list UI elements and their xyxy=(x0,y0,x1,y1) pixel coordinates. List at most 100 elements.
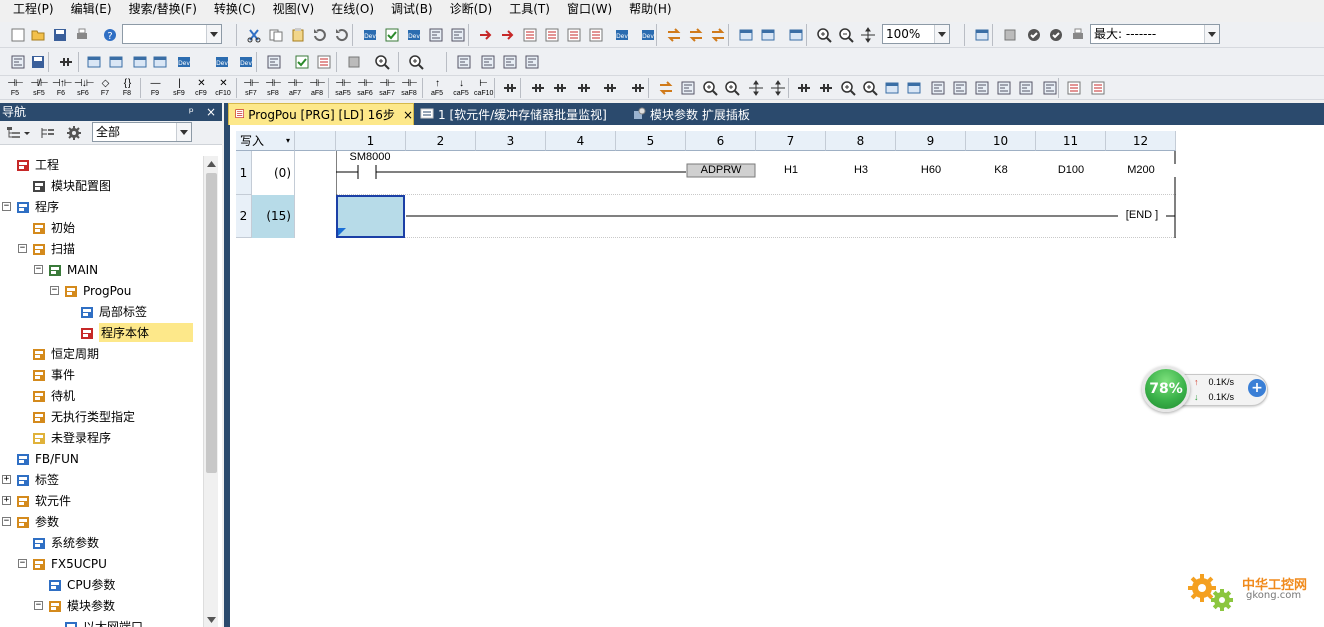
toolbar-icon[interactable] xyxy=(678,78,698,98)
mode-cell[interactable]: 写入 ▾ xyxy=(236,131,295,151)
close-icon[interactable]: × xyxy=(206,103,216,121)
tree-item[interactable]: 未登录程序 xyxy=(18,427,111,448)
toolbar-icon[interactable] xyxy=(1040,78,1060,98)
toolbar-icon[interactable]: Dev xyxy=(638,25,658,45)
tree-item[interactable]: 模块配置图 xyxy=(18,175,111,196)
menu-item[interactable]: 调试(B) xyxy=(382,0,441,18)
tree-item[interactable]: 无执行类型指定 xyxy=(18,406,135,427)
toolbar-icon[interactable] xyxy=(794,78,814,98)
toolbar-icon[interactable] xyxy=(736,25,756,45)
toolbar-icon[interactable] xyxy=(244,25,264,45)
toolbar-icon[interactable] xyxy=(264,52,284,72)
chevron-down-icon[interactable]: ▾ xyxy=(286,131,290,151)
ladder-symbol-button[interactable]: ↑ aF5 xyxy=(428,78,446,98)
gear-icon[interactable] xyxy=(64,123,84,143)
collapse-icon[interactable]: − xyxy=(50,286,59,295)
toolbar-icon[interactable] xyxy=(454,52,474,72)
toolbar-icon[interactable] xyxy=(8,25,28,45)
ladder-symbol-button[interactable]: ⊣⊢ saF8 xyxy=(400,78,418,98)
pin-icon[interactable]: ᵖ xyxy=(189,103,194,121)
tree-item[interactable]: − 程序 xyxy=(2,196,59,217)
toolbar-icon[interactable] xyxy=(994,78,1014,98)
ladder-symbol-button[interactable]: ⊣⊢ aF8 xyxy=(308,78,326,98)
ladder-symbol-button[interactable]: ⊣⊢ saF6 xyxy=(356,78,374,98)
toolbar-icon[interactable] xyxy=(28,52,48,72)
toolbar-icon[interactable] xyxy=(786,25,806,45)
ladder-symbol-button[interactable]: ⊣⊢ saF5 xyxy=(334,78,352,98)
chevron-down-icon[interactable] xyxy=(1204,25,1219,43)
toolbar-icon[interactable] xyxy=(550,78,570,98)
menu-item[interactable]: 转换(C) xyxy=(205,0,264,18)
toolbar-icon[interactable] xyxy=(72,25,92,45)
tree-item[interactable]: − 模块参数 xyxy=(34,595,115,616)
toolbar-icon[interactable] xyxy=(1046,25,1066,45)
toolbar-icon[interactable] xyxy=(700,78,720,98)
ladder-symbol-button[interactable]: ⊣⊢ F5 xyxy=(6,78,24,98)
menu-item[interactable]: 视图(V) xyxy=(264,0,323,18)
toolbar-icon[interactable] xyxy=(314,52,334,72)
toolbar-icon[interactable] xyxy=(372,52,392,72)
rung-2[interactable]: [END ] xyxy=(336,195,1176,238)
toolbar-icon[interactable] xyxy=(528,78,548,98)
menu-item[interactable]: 工程(P) xyxy=(4,0,62,18)
rung-1[interactable]: SM8000 ADPRW H1 H3 H60 K8 D100 M200 xyxy=(336,151,1176,195)
toolbar-icon[interactable] xyxy=(816,78,836,98)
toolbar-icon[interactable] xyxy=(56,52,76,72)
menu-item[interactable]: 在线(O) xyxy=(322,0,382,18)
ladder-symbol-button[interactable]: ⊣/⊢ sF5 xyxy=(30,78,48,98)
collapse-icon[interactable]: − xyxy=(2,517,11,526)
tree-item[interactable]: CPU参数 xyxy=(34,574,115,595)
network-monitor-widget[interactable]: 78% ↑ 0.1K/s ↓ 0.1K/s + xyxy=(1142,366,1270,412)
tree-item[interactable]: + 标签 xyxy=(2,469,59,490)
tree-item[interactable]: − 扫描 xyxy=(18,238,75,259)
tree-item[interactable]: FB/FUN xyxy=(2,448,79,469)
toolbar-icon[interactable] xyxy=(500,52,520,72)
plus-icon[interactable]: + xyxy=(1248,379,1266,397)
collapse-icon[interactable]: − xyxy=(18,244,27,253)
toolbar-icon[interactable] xyxy=(656,78,676,98)
scroll-down-icon[interactable] xyxy=(204,612,219,627)
toolbar-icon[interactable] xyxy=(50,25,70,45)
toolbar-icon[interactable] xyxy=(476,25,496,45)
toolbar-icon[interactable] xyxy=(332,25,352,45)
menu-item[interactable]: 窗口(W) xyxy=(558,0,620,18)
toolbar-icon[interactable] xyxy=(882,78,902,98)
tree-item[interactable]: 局部标签 xyxy=(66,301,147,322)
toolbar-icon[interactable] xyxy=(768,78,788,98)
toolbar-icon[interactable] xyxy=(972,78,992,98)
tree-item[interactable]: 恒定周期 xyxy=(18,343,99,364)
menu-item[interactable]: 工具(T) xyxy=(500,0,558,18)
toolbar-icon[interactable] xyxy=(746,78,766,98)
menu-item[interactable]: 搜索/替换(F) xyxy=(120,0,205,18)
toolbar-icon[interactable] xyxy=(500,78,520,98)
tree-item[interactable]: 以太网端口 xyxy=(50,616,143,627)
expand-icon[interactable]: + xyxy=(2,496,11,505)
toolbar-icon[interactable] xyxy=(1024,25,1044,45)
zoom-combo[interactable]: 100% xyxy=(882,24,950,44)
memory-usage-indicator[interactable]: 78% xyxy=(1142,366,1190,412)
menu-item[interactable]: 编辑(E) xyxy=(62,0,120,18)
toolbar-icon[interactable] xyxy=(1000,25,1020,45)
toolbar-icon[interactable]: ? xyxy=(100,25,120,45)
toolbar-icon[interactable] xyxy=(600,78,620,98)
tree-item[interactable]: − MAIN xyxy=(34,259,98,280)
ladder-symbol-button[interactable]: ✕ cF10 xyxy=(214,78,232,98)
ladder-symbol-button[interactable]: ⊣⊢ saF7 xyxy=(378,78,396,98)
close-icon[interactable]: × xyxy=(403,108,413,122)
collapse-icon[interactable]: − xyxy=(34,265,43,274)
tree-item[interactable]: − FX5UCPU xyxy=(18,553,107,574)
tree-item[interactable]: − 参数 xyxy=(2,511,59,532)
ladder-symbol-button[interactable]: — F9 xyxy=(146,78,164,98)
tree-item[interactable]: + 软元件 xyxy=(2,490,71,511)
toolbar-icon[interactable] xyxy=(520,25,540,45)
chevron-down-icon[interactable] xyxy=(934,25,949,43)
tree-item[interactable]: − ProgPou xyxy=(50,280,131,301)
toolbar-icon[interactable] xyxy=(814,25,834,45)
ladder-symbol-button[interactable]: ⊢ caF10 xyxy=(474,78,493,98)
toolbar-icon[interactable] xyxy=(564,25,584,45)
toolbar-icon[interactable] xyxy=(498,25,518,45)
tree-item[interactable]: 程序本体 xyxy=(66,322,194,343)
tree-view-icon[interactable] xyxy=(4,123,24,143)
toolbar-icon[interactable] xyxy=(1016,78,1036,98)
toolbar-icon[interactable] xyxy=(344,52,364,72)
